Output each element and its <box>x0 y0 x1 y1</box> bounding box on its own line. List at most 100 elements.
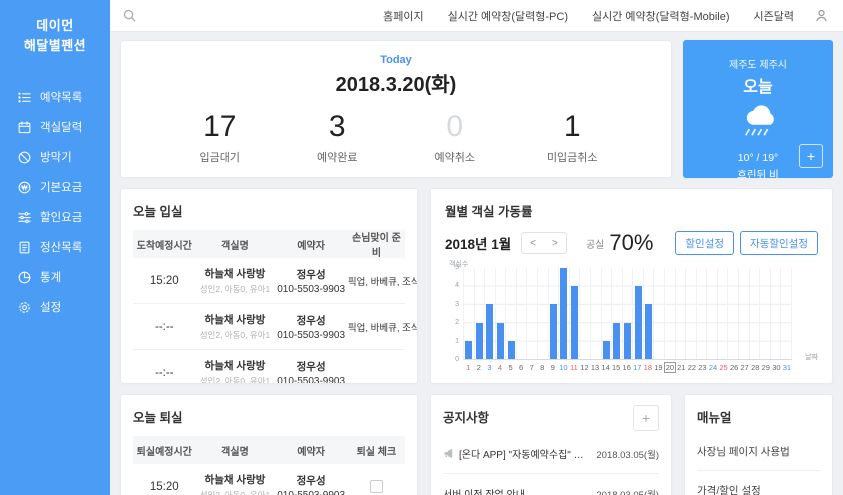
chart-bar[interactable] <box>634 286 642 359</box>
chart-bar-slot <box>697 268 708 359</box>
auto-discount-setting-button[interactable]: 자동할인설정 <box>740 231 818 255</box>
chart-bar[interactable] <box>475 322 483 359</box>
reserver-cell: 정우성 010-5503-9903 <box>274 473 347 495</box>
reserver-phone: 010-5503-9903 <box>277 283 346 295</box>
megaphone-icon <box>443 448 454 459</box>
room-cell: 하늘채 사랑방 성인2, 아동0, 유아1 <box>196 472 275 495</box>
checkout-row: 15:20 하늘채 사랑방 성인2, 아동0, 유아1 정우성 010-5503-990… <box>133 464 405 495</box>
reserver-phone: 010-5503-9903 <box>277 489 346 495</box>
stat-value: 3 <box>328 110 346 143</box>
topbar-link-2[interactable]: 실시간 예약창(달력형-PC) <box>448 8 568 24</box>
chart-bar[interactable] <box>623 322 631 359</box>
next-month-button[interactable]: > <box>544 238 566 249</box>
chart-bar-slot <box>707 268 718 359</box>
chart-x-axis-title: 날짜 <box>805 354 818 361</box>
sidebar-item-4[interactable]: 기본요금 <box>0 172 110 202</box>
manual-item[interactable]: 사장님 페이지 사용법 <box>697 432 820 471</box>
chart-bar-slot <box>559 268 570 359</box>
checkout-table-body: 15:20 하늘채 사랑방 성인2, 아동0, 유아1 정우성 010-5503-990… <box>133 464 405 495</box>
chart-bar[interactable] <box>486 304 494 359</box>
user-icon[interactable] <box>814 8 829 23</box>
chart-x-label: 25 <box>719 363 728 372</box>
checkin-table-header: 도착예정시간 객실명 예약자 손님맞이 준비 <box>133 230 405 259</box>
weather-condition: 흐린뒤 비 <box>737 169 779 178</box>
sidebar-item-5[interactable]: 할인요금 <box>0 202 110 232</box>
chart-x-axis: 1 2 3 4 5 6 7 8 9 10 11 12 13 14 15 16 17 18 19 20 21 22 23 24 2… <box>463 362 792 373</box>
chart-bar[interactable] <box>465 340 473 359</box>
chart-x-label: 28 <box>751 363 760 372</box>
chart-bar-slot <box>718 268 729 359</box>
chart-bar[interactable] <box>497 322 505 359</box>
manual-item[interactable]: 가격/할인 설정 <box>697 471 820 495</box>
guest-count: 성인2, 아동0, 유아1 <box>199 376 271 384</box>
notice-card: 공지사항 + [온다 APP] "자동예약수집" 기능 업데… 2018.03.0… <box>430 394 672 495</box>
notice-item[interactable]: [온다 APP] "자동예약수집" 기능 업데… 2018.03.05(월) <box>443 434 659 474</box>
today-stats: 17 입금대기 3 예약완료 0 예약취소 1 미입금취소 <box>121 112 671 165</box>
chart-bar-slot <box>739 268 750 359</box>
search-icon[interactable] <box>122 8 137 23</box>
chart-bar[interactable] <box>645 304 653 359</box>
chart-bar-slot <box>538 268 549 359</box>
topbar-link-3[interactable]: 실시간 예약창(달력형-Mobile) <box>592 8 730 24</box>
reserver-name: 정우성 <box>296 314 326 327</box>
chart-bar-slot <box>728 268 740 359</box>
ledger-icon <box>17 240 32 255</box>
room-name: 하늘채 사랑방 <box>204 314 266 326</box>
topbar-link-1[interactable]: 홈페이지 <box>383 8 423 24</box>
notice-title: 공지사항 <box>443 411 490 425</box>
topbar-link-4[interactable]: 시즌달력 <box>754 8 794 24</box>
chart-x-label: 3 <box>487 363 492 372</box>
notice-date: 2018.03.05(월) <box>596 489 659 495</box>
today-summary-card: Today 2018.3.20(화) 17 입금대기 3 예약완료 0 예약취소 1 미입금취… <box>120 40 672 178</box>
sidebar-item-2[interactable]: 객실달력 <box>0 112 110 142</box>
chart-bar[interactable] <box>560 268 568 359</box>
chart-x-label: 27 <box>740 363 749 372</box>
chart-bar[interactable] <box>613 322 621 359</box>
chart-bar[interactable] <box>549 304 557 359</box>
arrival-time: --:-- <box>155 320 174 333</box>
checkout-checkbox[interactable] <box>369 480 383 493</box>
notice-add-button[interactable]: + <box>633 405 659 431</box>
chart-x-label: 1 <box>466 363 471 372</box>
room-cell: 하늘채 사랑방 성인2, 아동0, 유아1 <box>196 312 275 341</box>
weather-add-button[interactable]: + <box>799 144 823 168</box>
month-nav: < > <box>521 232 567 254</box>
chart-bar-slot <box>591 268 602 359</box>
reserver-cell: 정우성 010-5503-9903 <box>274 359 347 384</box>
sidebar-item-1[interactable]: 예약목록 <box>0 82 110 112</box>
discount-setting-button[interactable]: 할인설정 <box>675 231 735 255</box>
notice-item[interactable]: 서버 이전 작업 안내 2018.03.05(월) <box>443 474 659 495</box>
col-departure-time: 퇴실예정시간 <box>136 446 192 458</box>
manual-title: 매뉴얼 <box>697 411 732 425</box>
room-name: 하늘채 사랑방 <box>204 474 266 486</box>
checkin-title: 오늘 입실 <box>133 205 183 219</box>
sidebar-item-6[interactable]: 정산목록 <box>0 232 110 262</box>
reserver-name: 정우성 <box>296 268 326 281</box>
sidebar-menu: 예약목록객실달력 방막기 기본요금 할인요금정산목록통계 설정 <box>0 82 110 322</box>
sidebar-item-label: 예약목록 <box>40 92 83 105</box>
notice-date: 2018.03.05(월) <box>596 449 659 461</box>
sidebar-item-7[interactable]: 통계 <box>0 262 110 292</box>
chart-bar-slot <box>464 268 475 359</box>
sidebar-item-3[interactable]: 방막기 <box>0 142 110 172</box>
chart-x-label: 11 <box>570 363 578 372</box>
chart-x-label: 31 <box>782 363 792 372</box>
logo-line1: 데이먼 <box>36 18 74 33</box>
chart-bar[interactable] <box>571 286 579 359</box>
weather-region: 제주도 제주시 <box>729 60 787 71</box>
chart-x-label: 29 <box>761 363 770 372</box>
today-date: 2018.3.20(화) <box>335 74 457 96</box>
month-label: 2018년 1월 <box>445 237 512 252</box>
chart-bar[interactable] <box>602 340 610 359</box>
prev-month-button[interactable]: < <box>522 238 544 249</box>
sidebar-item-label: 정산목록 <box>40 242 83 255</box>
chart-bar[interactable] <box>507 340 515 359</box>
checkin-table-body: 15:20 하늘채 사랑방 성인2, 아동0, 유아1 정우성 010-5503-990… <box>133 258 417 384</box>
chart-x-label: 20 <box>663 362 677 373</box>
chart-bar-slot <box>612 268 623 359</box>
occupancy-title: 월별 객실 가동률 <box>445 205 533 219</box>
chart-bar-slot <box>750 268 761 359</box>
chart-x-label: 4 <box>497 363 503 372</box>
sidebar-item-8[interactable]: 설정 <box>0 292 110 322</box>
chart-bar-slot <box>665 268 676 359</box>
